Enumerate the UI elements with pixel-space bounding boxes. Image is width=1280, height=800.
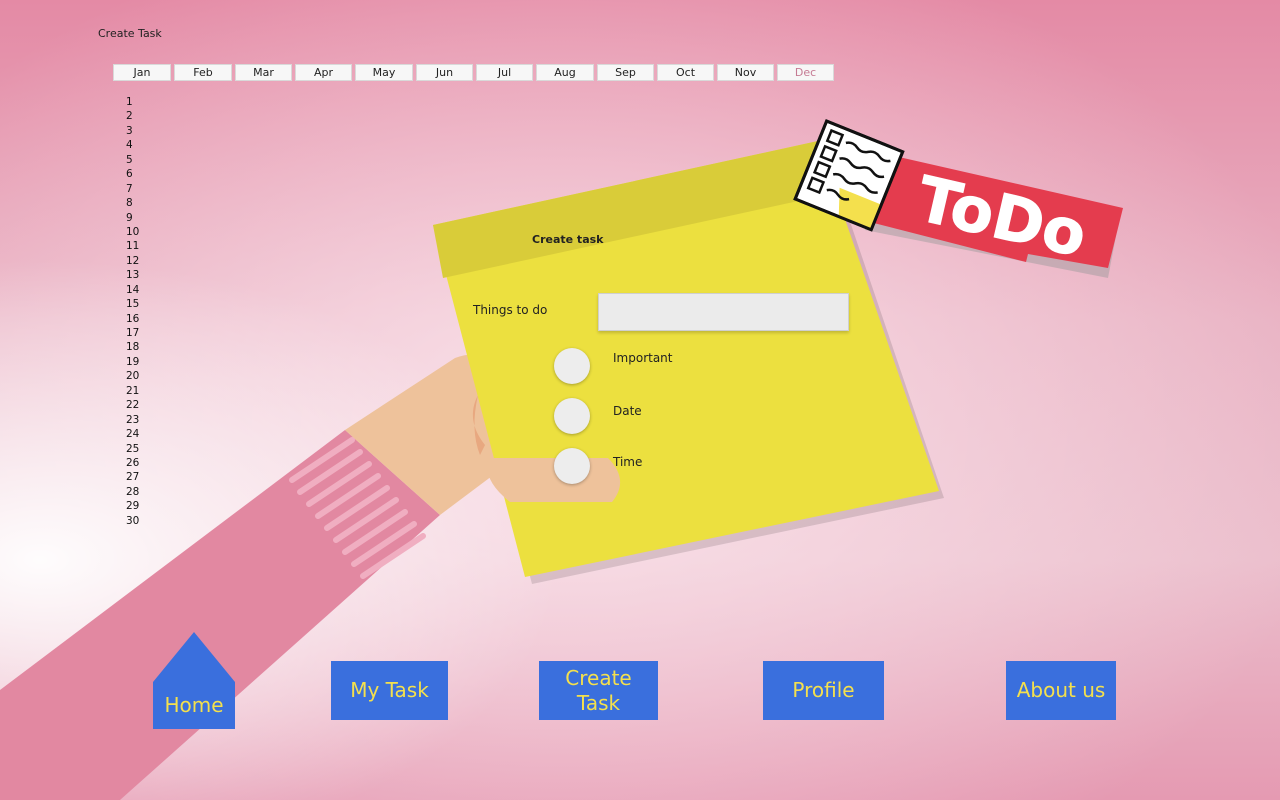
things-to-do-input[interactable] bbox=[598, 293, 849, 331]
date-label: Date bbox=[613, 404, 642, 418]
create-task-button[interactable]: Create Task bbox=[539, 661, 658, 720]
things-to-do-label: Things to do bbox=[473, 303, 548, 317]
date-toggle[interactable] bbox=[554, 398, 590, 434]
home-button[interactable]: Home bbox=[153, 632, 235, 729]
my-task-button[interactable]: My Task bbox=[331, 661, 448, 720]
time-toggle[interactable] bbox=[554, 448, 590, 484]
time-label: Time bbox=[613, 455, 643, 469]
profile-button[interactable]: Profile bbox=[763, 661, 884, 720]
home-label: Home bbox=[164, 693, 224, 717]
about-us-button[interactable]: About us bbox=[1006, 661, 1116, 720]
important-label: Important bbox=[613, 351, 673, 365]
important-toggle[interactable] bbox=[554, 348, 590, 384]
arm-illustration bbox=[0, 354, 500, 800]
todo-logo: ToDo bbox=[862, 150, 1123, 278]
create-task-title: Create task bbox=[532, 233, 604, 246]
